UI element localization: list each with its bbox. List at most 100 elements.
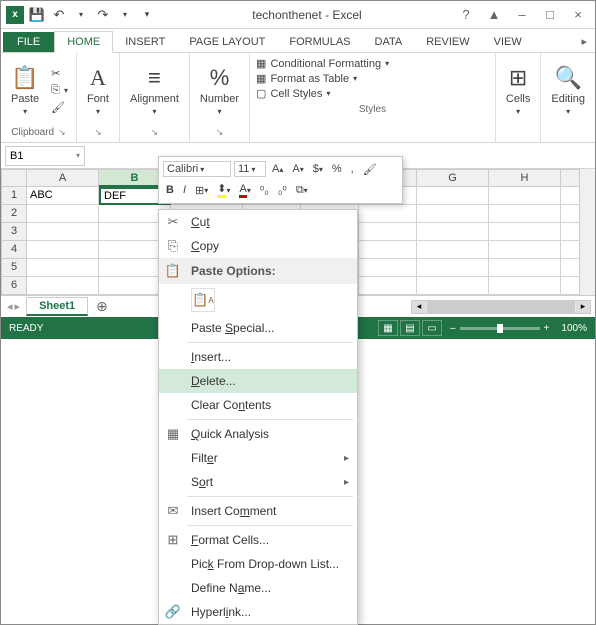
cm-paste-all[interactable]: 📋A (191, 288, 215, 312)
cell[interactable] (359, 277, 417, 295)
mini-percent[interactable]: % (329, 162, 345, 176)
zoom-slider[interactable] (460, 327, 540, 330)
cells-button[interactable]: ⊞ Cells ▾ (500, 63, 536, 118)
row-header[interactable]: 6 (1, 277, 27, 295)
mini-merge[interactable]: ⧉▾ (293, 183, 311, 198)
sheet-nav[interactable]: ◂▸ (1, 300, 26, 313)
tab-review[interactable]: REVIEW (414, 32, 481, 52)
cm-copy[interactable]: ⎘ Copy (159, 234, 357, 258)
dialog-launcher-icon[interactable]: ↘ (151, 127, 159, 138)
col-header-A[interactable]: A (27, 169, 99, 187)
cm-filter[interactable]: Filter ▸ (159, 446, 357, 470)
cm-hyperlink[interactable]: 🔗 Hyperlink... (159, 600, 357, 624)
number-button[interactable]: % Number ▾ (194, 63, 245, 118)
mini-italic[interactable]: I (180, 183, 189, 197)
mini-size-select[interactable]: 11▾ (234, 161, 266, 177)
cm-sort[interactable]: Sort ▸ (159, 470, 357, 494)
cell[interactable] (27, 223, 99, 241)
cm-paste-special[interactable]: Paste Special... (159, 316, 357, 340)
font-button[interactable]: A Font ▾ (81, 63, 115, 118)
mini-bold[interactable]: B (163, 183, 177, 197)
ribbon-display-options[interactable]: ▲ (481, 5, 507, 25)
scroll-right[interactable]: ▸ (576, 301, 590, 313)
cell[interactable] (27, 277, 99, 295)
scroll-left[interactable]: ◂ (412, 301, 426, 313)
alignment-button[interactable]: ≡ Alignment ▾ (124, 63, 185, 118)
tab-data[interactable]: DATA (363, 32, 415, 52)
excel-logo[interactable]: x (5, 5, 25, 25)
dialog-launcher-icon[interactable]: ↘ (58, 127, 66, 138)
scroll-thumb[interactable] (427, 301, 575, 313)
editing-button[interactable]: 🔍 Editing ▾ (545, 63, 591, 118)
cell[interactable] (359, 241, 417, 259)
close-button[interactable]: × (565, 5, 591, 25)
dialog-launcher-icon[interactable]: ↘ (94, 127, 102, 138)
cm-quick-analysis[interactable]: ▦ Quick Analysis (159, 422, 357, 446)
conditional-formatting-button[interactable]: ▦ Conditional Formatting ▾ (256, 57, 489, 70)
cell[interactable] (417, 187, 489, 205)
name-box[interactable]: B1 ▾ (5, 146, 85, 166)
sheet-tab-1[interactable]: Sheet1 (26, 297, 88, 316)
zoom-level[interactable]: 100% (561, 323, 587, 334)
row-header[interactable]: 3 (1, 223, 27, 241)
mini-fill-color[interactable]: ⬍▾ (214, 181, 233, 199)
cm-format-cells[interactable]: ⊞ Format Cells... (159, 528, 357, 552)
row-header[interactable]: 1 (1, 187, 27, 205)
cell[interactable] (417, 277, 489, 295)
view-page-break[interactable]: ▭ (422, 320, 442, 336)
tab-insert[interactable]: INSERT (113, 32, 177, 52)
help-button[interactable]: ? (453, 5, 479, 25)
tab-file[interactable]: FILE (3, 32, 54, 52)
cm-delete[interactable]: Delete... (159, 369, 357, 393)
cell[interactable] (27, 205, 99, 223)
mini-dec-decimal[interactable]: ₀⁰ (275, 183, 290, 198)
save-button[interactable]: 💾 (27, 5, 47, 25)
tab-view[interactable]: VIEW (482, 32, 534, 52)
redo-button[interactable]: ↷ (93, 5, 113, 25)
mini-borders[interactable]: ⊞▾ (192, 183, 211, 198)
mini-format-painter[interactable]: 🖌 (360, 162, 380, 177)
qat-customize[interactable]: ▾ (137, 5, 157, 25)
zoom-out[interactable]: – (450, 323, 456, 334)
cell[interactable] (489, 187, 561, 205)
col-header-H[interactable]: H (489, 169, 561, 187)
cm-cut[interactable]: ✂ Cut (159, 210, 357, 234)
mini-grow-font[interactable]: A▴ (269, 162, 286, 176)
row-header[interactable]: 2 (1, 205, 27, 223)
mini-inc-decimal[interactable]: ⁰₀ (257, 183, 272, 198)
row-header[interactable]: 5 (1, 259, 27, 277)
cm-pick-dropdown[interactable]: Pick From Drop-down List... (159, 552, 357, 576)
cell[interactable]: ABC (27, 187, 99, 205)
cell[interactable] (417, 259, 489, 277)
select-all-corner[interactable] (1, 169, 27, 187)
tab-page-layout[interactable]: PAGE LAYOUT (177, 32, 277, 52)
undo-button[interactable]: ↶ (49, 5, 69, 25)
row-header[interactable]: 4 (1, 241, 27, 259)
cell[interactable] (489, 223, 561, 241)
cell[interactable] (359, 223, 417, 241)
cell-styles-button[interactable]: ▢ Cell Styles ▾ (256, 87, 489, 100)
mini-comma[interactable]: , (348, 162, 357, 176)
cell[interactable] (417, 223, 489, 241)
minimize-button[interactable]: – (509, 5, 535, 25)
cell[interactable] (27, 241, 99, 259)
mini-currency[interactable]: $ ▾ (310, 162, 326, 176)
cm-clear-contents[interactable]: Clear Contents (159, 393, 357, 417)
horizontal-scrollbar[interactable]: ◂ ▸ (411, 300, 591, 314)
cm-insert-comment[interactable]: ✉ Insert Comment (159, 499, 357, 523)
view-normal[interactable]: ▦ (378, 320, 398, 336)
zoom-in[interactable]: + (544, 323, 550, 334)
add-sheet-button[interactable]: ⊕ (88, 298, 116, 315)
paste-button[interactable]: 📋 Paste ▾ (5, 63, 45, 118)
cell[interactable] (417, 241, 489, 259)
cell[interactable] (359, 259, 417, 277)
tab-formulas[interactable]: FORMULAS (277, 32, 362, 52)
mini-font-color[interactable]: A▾ (236, 182, 253, 199)
maximize-button[interactable]: □ (537, 5, 563, 25)
redo-dropdown[interactable]: ▾ (115, 5, 135, 25)
col-header-G[interactable]: G (417, 169, 489, 187)
copy-button[interactable]: ⎘▾ (49, 83, 70, 98)
tab-home[interactable]: HOME (54, 31, 113, 53)
mini-shrink-font[interactable]: A▾ (289, 162, 306, 176)
cell[interactable] (359, 205, 417, 223)
